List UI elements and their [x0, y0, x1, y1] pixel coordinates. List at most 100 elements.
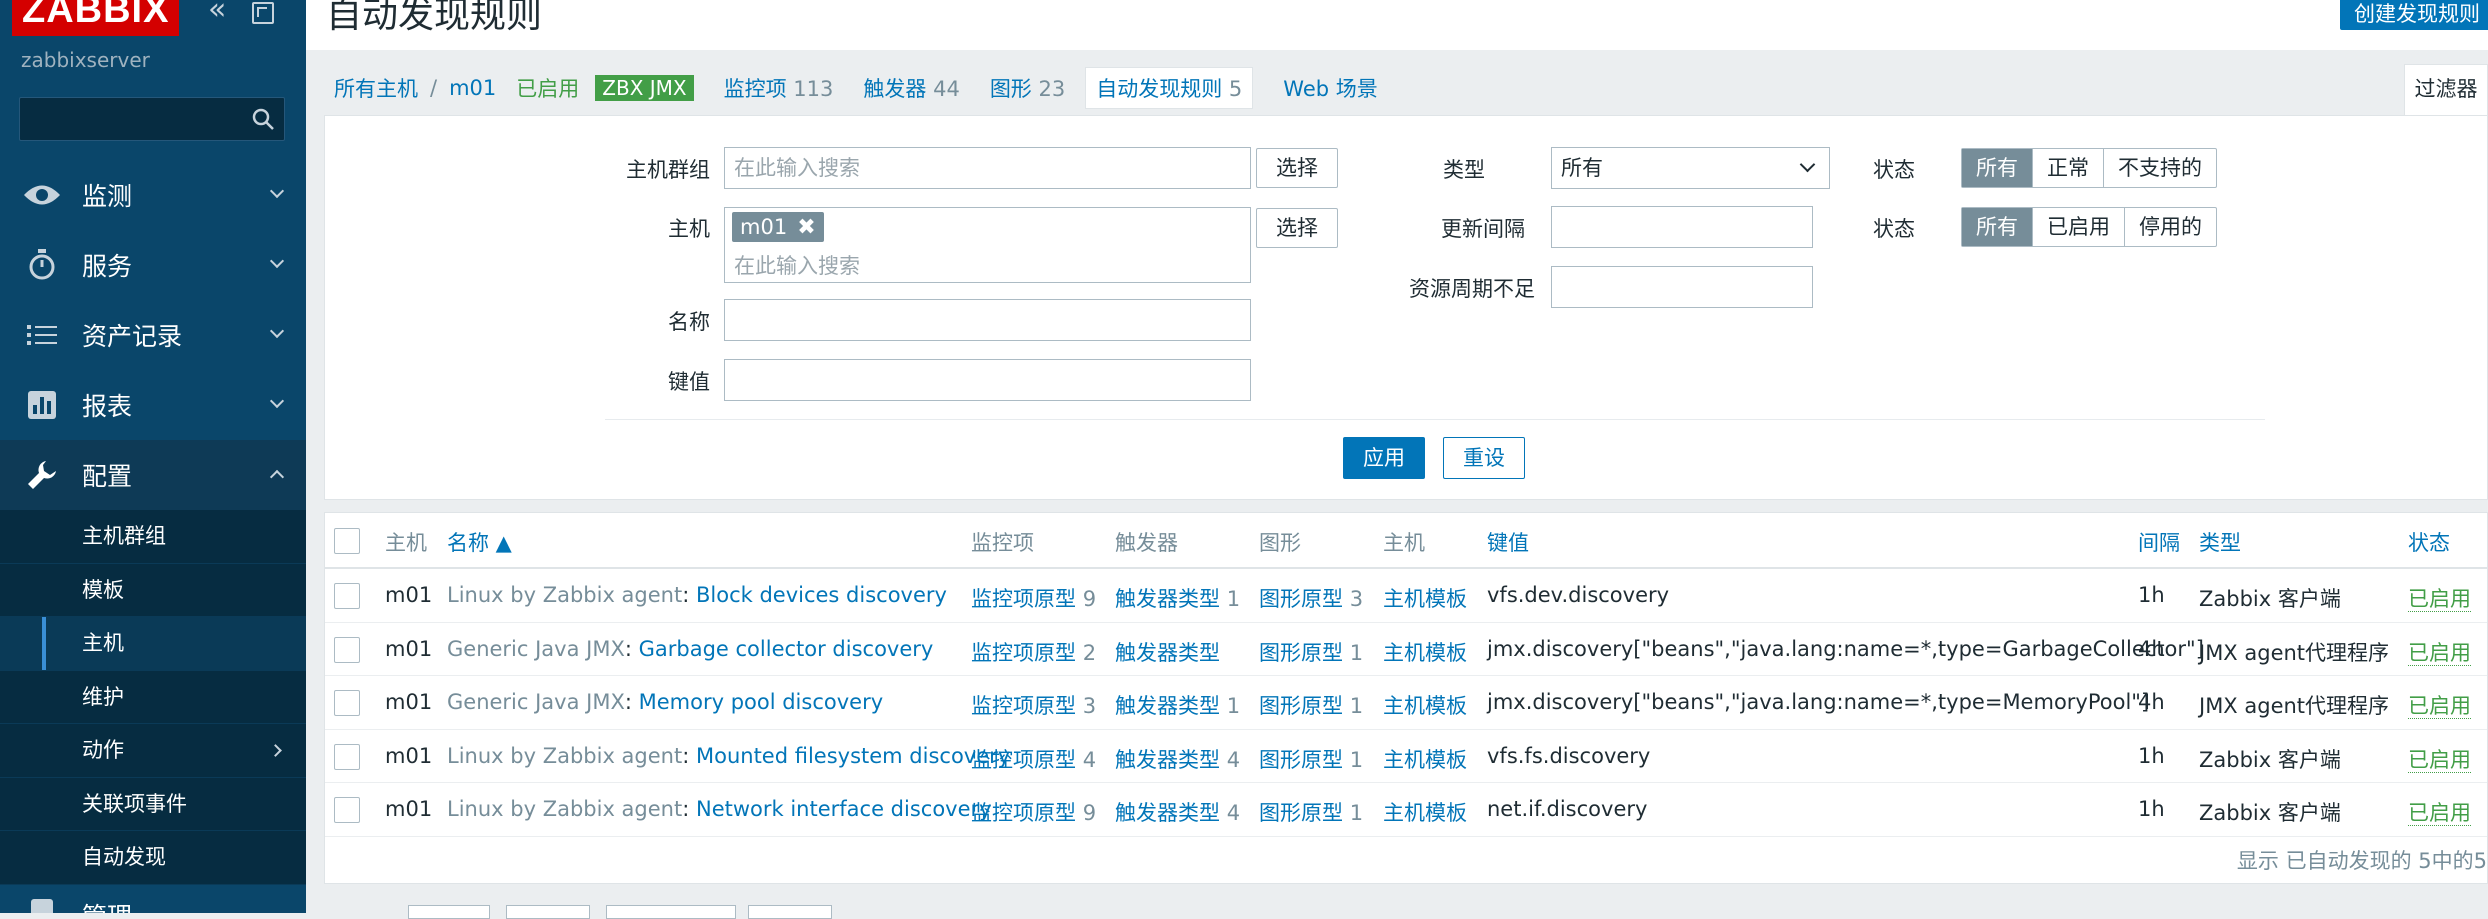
- host-multiselect[interactable]: m01 ✖ 在此输入搜索: [724, 207, 1251, 283]
- graph-prototypes-link[interactable]: 图形原型 1: [1259, 637, 1363, 667]
- row-status[interactable]: 已启用: [2408, 744, 2471, 774]
- template-link[interactable]: Generic Java JMX: [447, 637, 625, 661]
- graph-prototypes-link[interactable]: 图形原型 3: [1259, 583, 1363, 613]
- key-input[interactable]: [724, 359, 1251, 401]
- status-link[interactable]: 已启用: [2408, 747, 2471, 773]
- trigger-prototypes-link[interactable]: 触发器类型 4: [1115, 797, 1240, 827]
- menu-item-monitoring[interactable]: 监测: [0, 160, 306, 230]
- template-link[interactable]: Linux by Zabbix agent: [447, 797, 682, 821]
- row-checkbox[interactable]: [334, 636, 360, 663]
- search-icon[interactable]: [250, 106, 276, 132]
- item-prototypes-link[interactable]: 监控项原型 9: [971, 583, 1096, 613]
- host-status-badge[interactable]: 已启用: [516, 73, 579, 103]
- column-name[interactable]: 名称 ▲: [447, 527, 512, 557]
- graph-prototypes-link[interactable]: 图形原型 1: [1259, 690, 1363, 720]
- host-prototypes-link[interactable]: 主机模板: [1383, 797, 1467, 827]
- submenu-item-templates[interactable]: 模板: [0, 564, 306, 617]
- host-group-input[interactable]: 在此输入搜索: [724, 147, 1251, 189]
- host-select-button[interactable]: 选择: [1256, 208, 1338, 248]
- tab-discovery-rules[interactable]: 自动发现规则 5: [1085, 67, 1254, 109]
- submenu-item-event-correlation[interactable]: 关联项事件: [0, 778, 306, 831]
- status-option-disabled[interactable]: 停用的: [2125, 208, 2216, 246]
- menu-item-services[interactable]: 服务: [0, 230, 306, 300]
- item-prototypes-link[interactable]: 监控项原型 4: [971, 744, 1096, 774]
- status-link[interactable]: 已启用: [2408, 587, 2471, 612]
- status-link[interactable]: 已启用: [2408, 694, 2471, 719]
- sidebar-search-input[interactable]: [19, 97, 285, 141]
- submenu-item-host-groups[interactable]: 主机群组: [0, 510, 306, 564]
- state-option-normal[interactable]: 正常: [2033, 149, 2104, 187]
- name-input[interactable]: [724, 299, 1251, 341]
- menu-item-reports[interactable]: 报表: [0, 370, 306, 440]
- host-prototypes-link[interactable]: 主机模板: [1383, 690, 1467, 720]
- menu-item-configuration[interactable]: 配置: [0, 440, 306, 510]
- remove-chip-icon[interactable]: ✖: [797, 215, 815, 240]
- tab-triggers[interactable]: 触发器 44: [863, 73, 959, 103]
- zabbix-logo[interactable]: ZABBIX: [12, 0, 180, 36]
- status-option-all[interactable]: 所有: [1962, 208, 2033, 246]
- rule-name-link[interactable]: Block devices discovery: [696, 583, 947, 607]
- host-group-select-button[interactable]: 选择: [1256, 148, 1338, 188]
- create-discovery-rule-button[interactable]: 创建发现规则: [2340, 0, 2488, 30]
- host-prototypes-link[interactable]: 主机模板: [1383, 744, 1467, 774]
- item-prototypes-link[interactable]: 监控项原型 2: [971, 637, 1096, 667]
- row-status[interactable]: 已启用: [2408, 690, 2471, 720]
- submenu-item-actions[interactable]: 动作: [0, 724, 306, 778]
- item-prototypes-link[interactable]: 监控项原型 9: [971, 797, 1096, 827]
- rule-name-link[interactable]: Memory pool discovery: [639, 690, 884, 714]
- submenu-item-discovery[interactable]: 自动发现: [0, 831, 306, 885]
- rule-name-link[interactable]: Network interface discovery: [696, 797, 992, 821]
- rule-name-link[interactable]: Mounted filesystem discovery: [696, 744, 1010, 768]
- submenu-item-hosts[interactable]: 主机: [0, 617, 306, 671]
- mass-action-button[interactable]: [408, 905, 490, 919]
- status-link[interactable]: 已启用: [2408, 801, 2471, 826]
- state-option-not-supported[interactable]: 不支持的: [2104, 149, 2216, 187]
- menu-item-inventory[interactable]: 资产记录: [0, 300, 306, 370]
- row-checkbox[interactable]: [334, 690, 360, 716]
- column-key[interactable]: 键值: [1487, 527, 1529, 557]
- lifetime-input[interactable]: [1551, 266, 1813, 308]
- row-checkbox[interactable]: [334, 583, 360, 609]
- state-option-all[interactable]: 所有: [1962, 149, 2033, 187]
- trigger-prototypes-link[interactable]: 触发器类型 4: [1115, 744, 1240, 774]
- item-prototypes-link[interactable]: 监控项原型 3: [971, 690, 1096, 720]
- rule-name-link[interactable]: Garbage collector discovery: [639, 637, 934, 661]
- row-status[interactable]: 已启用: [2408, 637, 2471, 667]
- host-prototypes-link[interactable]: 主机模板: [1383, 637, 1467, 667]
- tab-web-scenarios[interactable]: Web 场景: [1283, 73, 1377, 103]
- column-type[interactable]: 类型: [2199, 527, 2241, 557]
- kiosk-mode-icon[interactable]: [252, 2, 274, 24]
- tab-graphs[interactable]: 图形 23: [990, 73, 1065, 103]
- trigger-prototypes-link[interactable]: 触发器类型: [1115, 637, 1220, 667]
- row-checkbox[interactable]: [334, 797, 360, 823]
- mass-action-button[interactable]: [506, 905, 590, 919]
- filter-tab[interactable]: 过滤器: [2404, 64, 2488, 116]
- mass-action-button[interactable]: [748, 905, 832, 919]
- template-link[interactable]: Linux by Zabbix agent: [447, 744, 682, 768]
- menu-item-administration[interactable]: 管理: [0, 884, 306, 913]
- template-link[interactable]: Generic Java JMX: [447, 690, 625, 714]
- breadcrumb-all-hosts[interactable]: 所有主机: [334, 73, 418, 103]
- type-select[interactable]: 所有: [1551, 147, 1830, 189]
- reset-button[interactable]: 重设: [1443, 437, 1525, 479]
- trigger-prototypes-link[interactable]: 触发器类型 1: [1115, 583, 1240, 613]
- status-link[interactable]: 已启用: [2408, 640, 2471, 666]
- template-link[interactable]: Linux by Zabbix agent: [447, 583, 682, 607]
- row-status[interactable]: 已启用: [2408, 583, 2471, 613]
- trigger-prototypes-link[interactable]: 触发器类型 1: [1115, 690, 1240, 720]
- breadcrumb-host[interactable]: m01: [449, 76, 496, 100]
- row-status[interactable]: 已启用: [2408, 797, 2471, 827]
- mass-action-button[interactable]: [606, 905, 736, 919]
- graph-prototypes-link[interactable]: 图形原型 1: [1259, 744, 1363, 774]
- column-interval[interactable]: 间隔: [2138, 527, 2180, 557]
- row-checkbox[interactable]: [334, 743, 360, 770]
- select-all-checkbox[interactable]: [334, 528, 360, 554]
- status-option-enabled[interactable]: 已启用: [2033, 208, 2125, 246]
- column-status[interactable]: 状态: [2408, 527, 2450, 557]
- graph-prototypes-link[interactable]: 图形原型 1: [1259, 797, 1363, 827]
- apply-button[interactable]: 应用: [1343, 437, 1425, 479]
- collapse-sidebar-icon[interactable]: «: [208, 0, 234, 26]
- update-interval-input[interactable]: [1551, 206, 1813, 248]
- host-prototypes-link[interactable]: 主机模板: [1383, 583, 1467, 613]
- submenu-item-maintenance[interactable]: 维护: [0, 671, 306, 724]
